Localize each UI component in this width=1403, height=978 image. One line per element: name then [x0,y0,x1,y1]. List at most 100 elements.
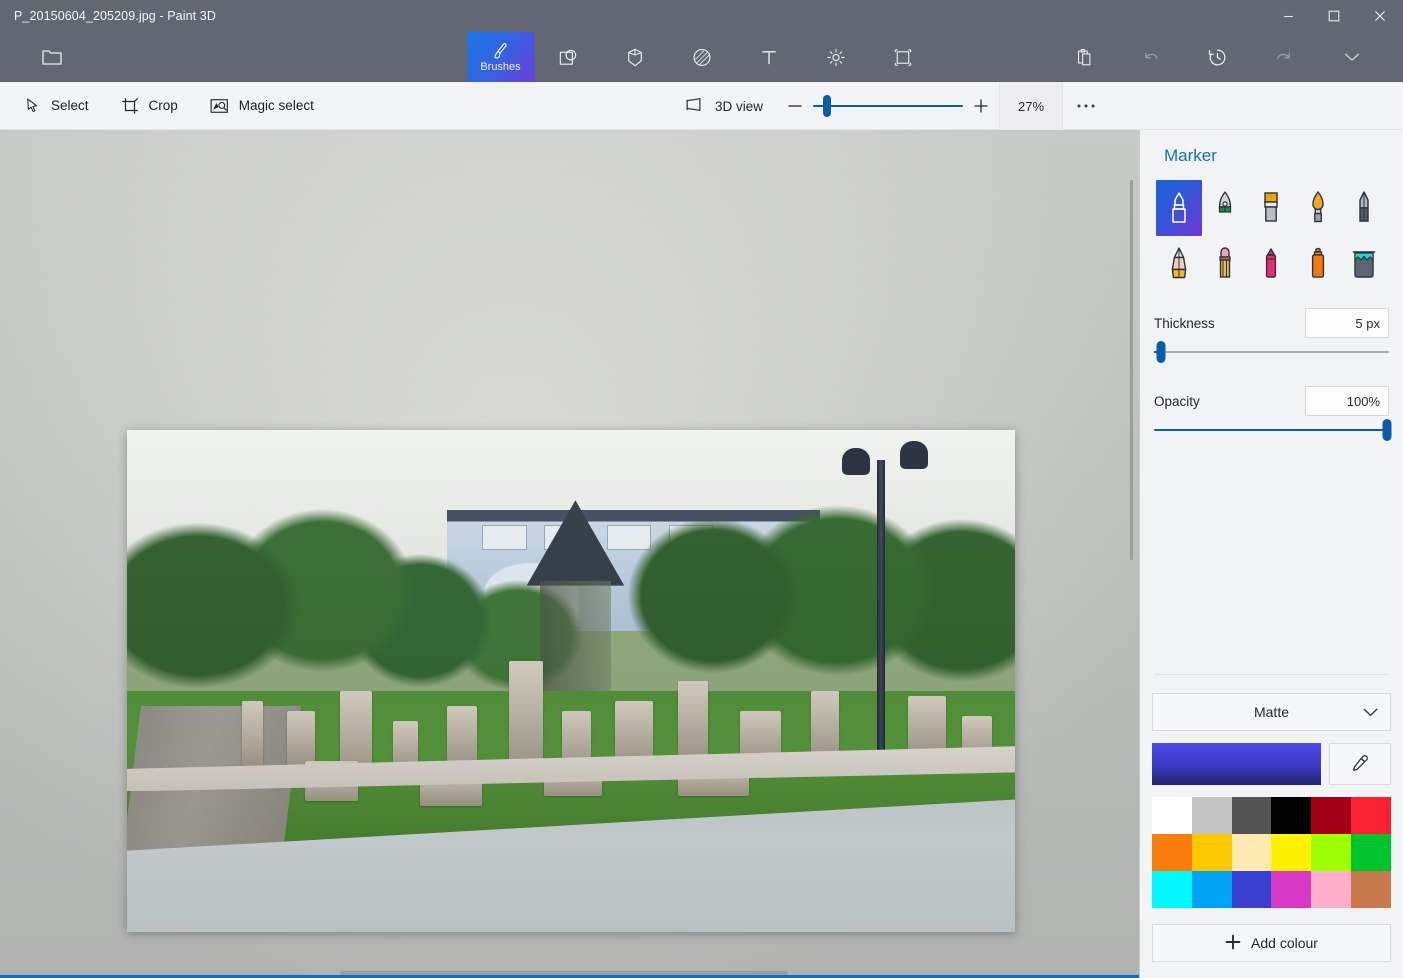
brush-pixel-pen[interactable] [1341,180,1387,236]
brush-marker[interactable] [1156,180,1203,236]
more-options-button[interactable] [1063,82,1109,130]
paste-button[interactable] [1050,32,1117,82]
view-3d-button[interactable]: 3D view [672,97,777,116]
zoom-out-button[interactable] [777,82,813,130]
redo-button[interactable] [1251,32,1318,82]
undo-button[interactable] [1117,32,1184,82]
panel-title: Marker [1164,146,1217,165]
add-colour-label: Add colour [1251,935,1318,951]
current-colour-swatch[interactable] [1152,743,1321,785]
brush-fill[interactable] [1341,236,1387,292]
opacity-label: Opacity [1154,393,1200,409]
tool-canvas[interactable] [869,32,936,82]
cursor-icon [24,97,41,114]
current-colour-row [1152,743,1391,785]
colour-swatch[interactable] [1231,797,1272,834]
colour-palette [1152,797,1391,908]
magic-select-icon [210,97,229,115]
photo-pavilion-body [539,580,611,692]
tool-stickers[interactable] [668,32,735,82]
brush-oil-brush[interactable] [1248,180,1294,236]
colour-swatch[interactable] [1271,834,1312,871]
minimize-button[interactable] [1265,0,1311,32]
menu-button[interactable] [18,32,85,82]
select-button[interactable]: Select [8,82,105,130]
colour-swatch[interactable] [1231,871,1272,908]
brush-watercolour[interactable] [1295,180,1341,236]
colour-swatch[interactable] [1191,871,1232,908]
photo-stone [810,691,840,762]
workspace: Marker Thickness 5 px Opacity 100% Matte… [0,130,1403,978]
colour-swatch[interactable] [1311,797,1352,834]
zoom-percent-label[interactable]: 27% [999,82,1064,130]
close-button[interactable] [1357,0,1403,32]
magic-select-button[interactable]: Magic select [194,82,330,130]
crop-button[interactable]: Crop [105,82,194,130]
thickness-slider[interactable] [1154,338,1389,366]
colour-swatch[interactable] [1311,871,1352,908]
photo-stone [286,711,316,767]
tool-effects[interactable] [802,32,869,82]
brush-crayon[interactable] [1248,236,1294,292]
opacity-slider-thumb[interactable] [1382,419,1392,441]
main-toolbar: Brushes [0,32,1403,82]
zoom-slider[interactable] [813,82,964,130]
colour-swatch[interactable] [1152,797,1192,834]
brush-eraser[interactable] [1202,236,1248,292]
colour-swatch[interactable] [1271,797,1312,834]
canvas-vertical-scrollbar[interactable] [1130,180,1133,560]
material-dropdown[interactable]: Matte [1152,693,1391,731]
thickness-value[interactable]: 5 px [1305,308,1389,338]
crop-icon [121,97,139,115]
photo-lamp-post [877,460,886,772]
tool-text[interactable] [735,32,802,82]
zoom-slider-track [813,105,964,107]
zoom-slider-thumb[interactable] [823,95,832,117]
paint3d-window: P_20150604_205209.jpg - Paint 3D Brushes… [0,0,1403,978]
tool-2d-shapes[interactable] [534,32,601,82]
view-3d-label: 3D view [715,98,764,114]
thickness-row: Thickness 5 px [1152,308,1391,338]
opacity-value[interactable]: 100% [1305,386,1389,416]
colour-swatch[interactable] [1351,797,1391,834]
window-controls [1265,0,1403,32]
history-button[interactable] [1184,32,1251,82]
photo-stone [446,706,477,767]
canvas-stage[interactable] [0,130,1140,978]
opacity-row: Opacity 100% [1152,386,1391,416]
colour-swatch[interactable] [1191,797,1232,834]
zoom-in-button[interactable] [963,82,999,130]
colour-swatch[interactable] [1191,834,1232,871]
expand-menu-button[interactable] [1318,32,1385,82]
eyedropper-button[interactable] [1329,743,1391,785]
colour-swatch[interactable] [1231,834,1272,871]
colour-swatch[interactable] [1351,834,1391,871]
thickness-slider-thumb[interactable] [1156,341,1166,363]
sub-toolbar: Select Crop Magic select 3D view 27% [0,82,1403,130]
colour-swatch[interactable] [1152,834,1192,871]
brush-spray-can[interactable] [1295,236,1341,292]
tool-brushes[interactable]: Brushes [467,32,534,82]
colour-swatch[interactable] [1152,871,1192,908]
colour-swatch[interactable] [1271,871,1312,908]
colour-swatch[interactable] [1311,834,1352,871]
title-bar: P_20150604_205209.jpg - Paint 3D [0,0,1403,32]
tool-brushes-label: Brushes [480,61,521,73]
brush-pencil[interactable] [1156,236,1202,292]
zoom-controls: 3D view 27% [672,82,1109,130]
add-colour-button[interactable]: Add colour [1152,924,1391,962]
photo-lamp-head [841,447,871,476]
photo-stone [242,701,263,767]
image-canvas[interactable] [127,430,1015,932]
maximize-button[interactable] [1311,0,1357,32]
colour-swatch[interactable] [1351,871,1391,908]
magic-select-label: Magic select [238,98,314,113]
tool-3d-shapes[interactable] [601,32,668,82]
brush-calligraphy-pen[interactable] [1202,180,1248,236]
window-title: P_20150604_205209.jpg - Paint 3D [14,9,216,23]
brushes-panel: Marker Thickness 5 px Opacity 100% Matte… [1140,130,1403,978]
opacity-slider[interactable] [1154,416,1392,444]
panel-spacer [1152,444,1391,674]
view-3d-icon [686,97,705,116]
opacity-slider-track [1154,429,1389,431]
